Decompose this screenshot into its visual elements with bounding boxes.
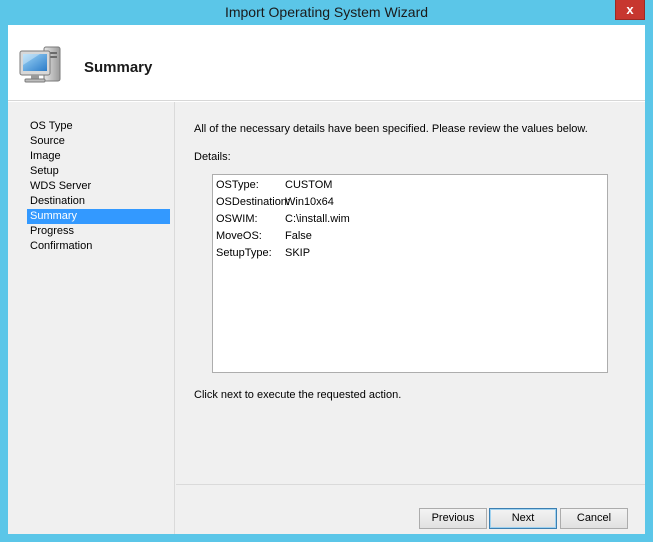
wizard-window: Import Operating System Wizard x Summary… — [0, 0, 653, 542]
step-sidebar: OS Type Source Image Setup WDS Server De… — [8, 102, 175, 534]
step-item-image[interactable]: Image — [27, 149, 170, 164]
window-bottom-border — [0, 537, 653, 542]
detail-row: OSType: CUSTOM — [216, 178, 607, 195]
step-item-setup[interactable]: Setup — [27, 164, 170, 179]
step-item-destination[interactable]: Destination — [27, 194, 170, 209]
detail-row: OSDestination:Win10x64 — [216, 195, 607, 212]
previous-button[interactable]: Previous — [419, 508, 487, 529]
details-textbox[interactable]: OSType: CUSTOM OSDestination:Win10x64 OSW… — [212, 174, 608, 373]
detail-row: OSWIM: C:\install.wim — [216, 212, 607, 229]
step-item-os-type[interactable]: OS Type — [27, 119, 170, 134]
detail-key: MoveOS: — [216, 230, 262, 242]
instruction-text: Click next to execute the requested acti… — [194, 389, 402, 401]
summary-content: All of the necessary details have been s… — [176, 102, 645, 483]
detail-value: C:\install.wim — [285, 213, 350, 225]
detail-key: OSWIM: — [216, 213, 258, 225]
close-button[interactable]: x — [615, 0, 645, 20]
detail-value: SKIP — [285, 247, 311, 259]
details-label: Details: — [194, 151, 231, 163]
step-item-progress[interactable]: Progress — [27, 224, 170, 239]
detail-value: Win10x64 — [285, 196, 334, 208]
step-list: OS Type Source Image Setup WDS Server De… — [27, 119, 170, 254]
detail-key: SetupType: — [216, 247, 272, 259]
detail-row: MoveOS: False — [216, 229, 607, 246]
intro-text: All of the necessary details have been s… — [194, 123, 588, 135]
detail-row: SetupType: SKIP — [216, 246, 607, 263]
wizard-body: OS Type Source Image Setup WDS Server De… — [8, 102, 645, 534]
button-bar: Previous Next Cancel — [176, 484, 645, 534]
step-item-wds-server[interactable]: WDS Server — [27, 179, 170, 194]
close-icon: x — [626, 2, 634, 17]
computer-monitor-icon — [19, 46, 61, 83]
wizard-client: Summary OS Type Source Image Setup WDS S… — [8, 25, 645, 534]
detail-value: CUSTOM — [285, 179, 333, 191]
step-item-confirmation[interactable]: Confirmation — [27, 239, 170, 254]
wizard-header: Summary — [8, 25, 645, 101]
step-item-source[interactable]: Source — [27, 134, 170, 149]
detail-key: OSType: — [216, 179, 259, 191]
step-item-summary[interactable]: Summary — [27, 209, 170, 224]
next-button[interactable]: Next — [489, 508, 557, 529]
page-title: Summary — [84, 59, 153, 76]
title-bar[interactable]: Import Operating System Wizard x — [0, 0, 653, 25]
cancel-button[interactable]: Cancel — [560, 508, 628, 529]
detail-value: False — [285, 230, 312, 242]
detail-key: OSDestination: — [216, 196, 290, 208]
window-title: Import Operating System Wizard — [224, 4, 429, 20]
